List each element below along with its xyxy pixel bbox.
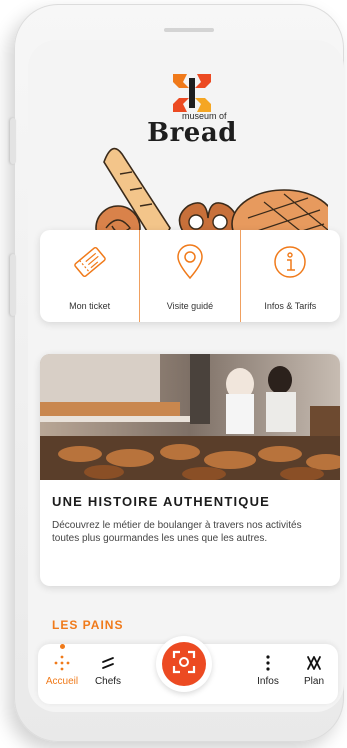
scan-button[interactable]: [156, 636, 212, 692]
nav-item-infos[interactable]: Infos: [246, 652, 290, 687]
quick-action-guided-tour[interactable]: Visite guidé: [139, 230, 239, 322]
nav-label: Infos: [257, 676, 279, 687]
volume-down-button: [10, 254, 16, 316]
bottom-navigation: Accueil Chefs Infos Plan: [38, 636, 338, 704]
nav-item-chefs[interactable]: Chefs: [86, 652, 130, 687]
phone-speaker: [164, 28, 214, 32]
chefs-icon: [86, 654, 130, 672]
quick-action-info-prices[interactable]: Infos & Tarifs: [239, 230, 340, 322]
quick-action-label: Visite guidé: [166, 301, 214, 311]
info-dots-icon: [246, 654, 290, 672]
ticket-icon: [70, 242, 110, 287]
logo-mark-icon: [169, 72, 215, 114]
home-dots-icon: [40, 654, 84, 672]
nav-label: Accueil: [45, 676, 79, 687]
quick-action-label: Infos & Tarifs: [264, 301, 317, 311]
quick-action-label: Mon ticket: [69, 301, 111, 311]
scan-icon: [172, 650, 196, 679]
app-screen: museum of Bread Mon ticket Visite guidé …: [28, 40, 344, 712]
info-icon: [270, 242, 310, 287]
volume-up-button: [10, 118, 16, 164]
bakery-photo: [40, 354, 340, 480]
map-pin-icon: [170, 242, 210, 287]
quick-actions-card: Mon ticket Visite guidé Infos & Tarifs: [40, 230, 340, 322]
bread-illustration: [58, 132, 337, 259]
plan-icon: [292, 654, 336, 672]
nav-label: Plan: [303, 676, 324, 687]
section-title: LES PAINS: [52, 618, 124, 632]
feature-title: UNE HISTOIRE AUTHENTIQUE: [52, 494, 271, 509]
feature-card[interactable]: UNE HISTOIRE AUTHENTIQUE Découvrez le mé…: [40, 354, 340, 586]
nav-item-plan[interactable]: Plan: [292, 652, 336, 687]
quick-action-ticket[interactable]: Mon ticket: [40, 230, 139, 322]
nav-label: Chefs: [94, 676, 122, 687]
nav-item-accueil[interactable]: Accueil: [40, 644, 84, 687]
active-indicator: [60, 644, 65, 649]
feature-description: Découvrez le métier de boulanger à trave…: [52, 520, 302, 544]
